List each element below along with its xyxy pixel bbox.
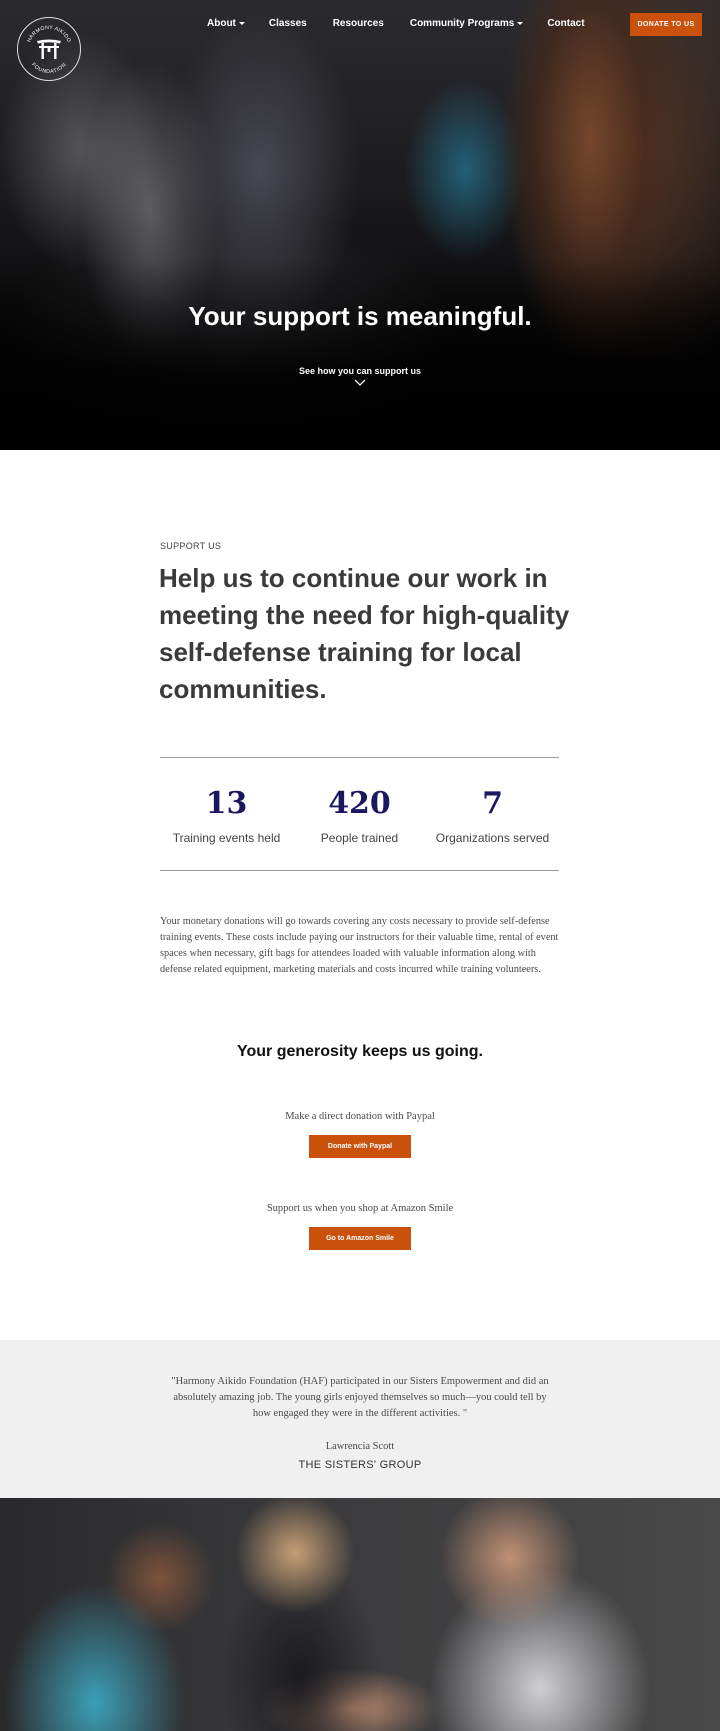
hero-gradient-overlay [0,260,720,450]
training-photo [0,1498,720,1731]
nav-item-label: Classes [268,18,307,29]
stat-label: Organizations served [435,831,550,845]
hero-scroll-link[interactable]: See how you can support us [0,366,720,376]
stat-value: 420 [328,786,391,821]
hero-title: Your support is meaningful. [188,301,532,331]
nav-item-label: About [207,18,236,29]
donation-explanation: Your monetary donations will go towards … [160,916,559,975]
testimonial-organization: THE SISTERS' GROUP [298,1459,422,1471]
site-logo[interactable]: HARMONY AIKIDO FOUNDATION [17,17,81,81]
amazon-prompt: Support us when you shop at Amazon Smile [266,1203,454,1214]
svg-text:FOUNDATION: FOUNDATION [30,62,68,75]
torii-gate-logo-icon: HARMONY AIKIDO FOUNDATION [26,25,71,75]
testimonial-section: "Harmony Aikido Foundation (HAF) partici… [0,1340,720,1498]
nav-item-label: Resources [332,18,384,29]
stat-organizations-served: 7 Organizations served [426,781,559,845]
generosity-heading: Your generosity keeps us going. [237,1043,483,1060]
chevron-down-icon[interactable] [354,379,366,387]
donate-to-us-button[interactable]: DONATE TO US [630,13,702,36]
stats-row: 13 Training events held 420 People train… [160,781,559,845]
section-eyebrow: SUPPORT US [160,541,222,551]
nav-item-label: Community Programs [409,18,515,29]
paypal-prompt: Make a direct donation with Paypal [285,1111,435,1122]
hero-section: HARMONY AIKIDO FOUNDATION About Classes … [0,0,720,450]
amazon-smile-button[interactable]: Go to Amazon Smile [309,1227,411,1250]
nav-item-label: Contact [547,18,585,29]
support-headline: Help us to continue our work in meeting … [159,563,570,704]
caret-down-icon [238,22,245,25]
donate-paypal-button[interactable]: Donate with Paypal [309,1135,411,1158]
stat-value: 13 [205,786,248,821]
stat-training-events: 13 Training events held [160,781,293,845]
nav-item-resources[interactable]: Resources [319,18,396,29]
caret-down-icon [517,22,524,25]
stat-people-trained: 420 People trained [293,781,426,845]
nav-item-community-programs[interactable]: Community Programs [396,18,535,29]
divider-top [160,757,559,758]
nav-item-contact[interactable]: Contact [535,18,596,29]
stat-label: People trained [320,831,399,845]
stat-label: Training events held [172,831,281,845]
testimonial-quote: "Harmony Aikido Foundation (HAF) partici… [171,1376,549,1419]
nav-item-classes[interactable]: Classes [257,18,319,29]
divider-bottom [160,870,559,871]
main-nav: About Classes Resources Community Progra… [195,18,597,29]
testimonial-author: Lawrencia Scott [325,1441,395,1452]
stat-value: 7 [482,786,503,821]
nav-item-about[interactable]: About [195,18,257,29]
